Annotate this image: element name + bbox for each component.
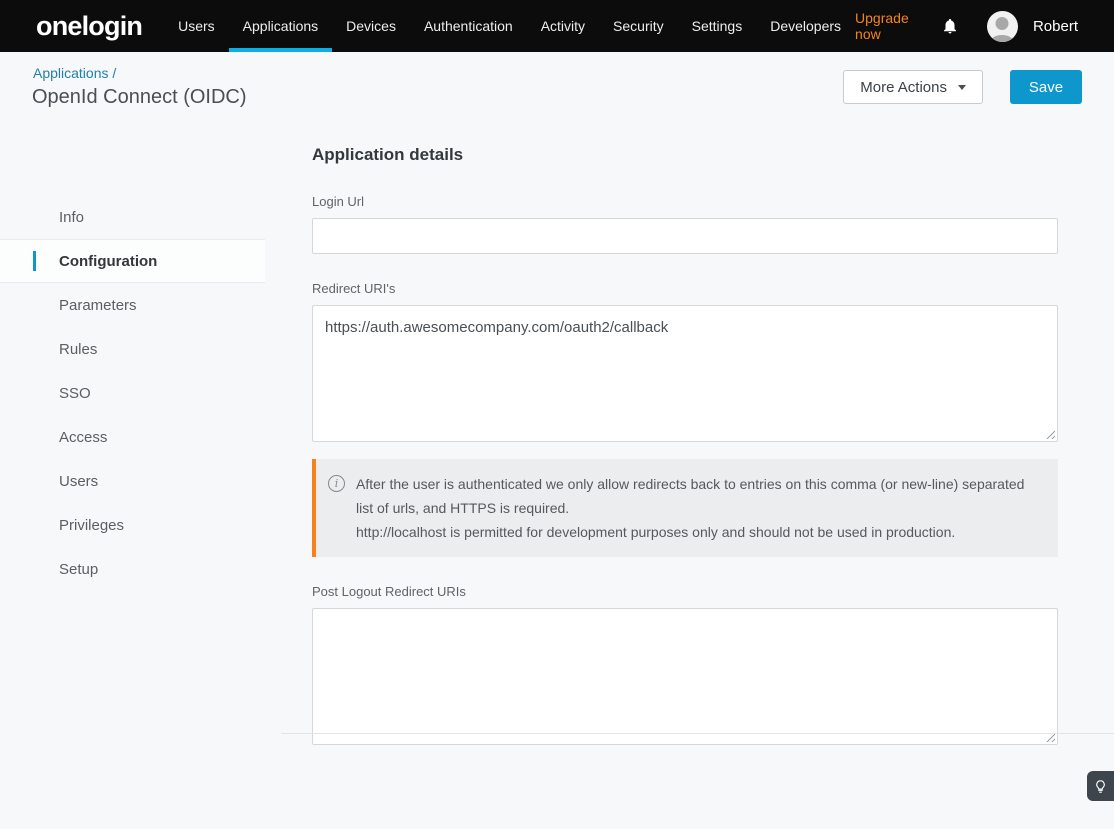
redirect-uris-textarea[interactable]: https://auth.awesomecompany.com/oauth2/c… — [312, 305, 1058, 442]
sidebar-item-setup[interactable]: Setup — [0, 547, 265, 591]
upgrade-now-link[interactable]: Upgrade now — [855, 10, 915, 42]
user-name[interactable]: Robert — [1033, 18, 1078, 35]
login-url-input[interactable] — [312, 218, 1058, 254]
nav-right-section: Upgrade now Robert — [855, 0, 1114, 52]
sidebar-item-access[interactable]: Access — [0, 415, 265, 459]
nav-item-security[interactable]: Security — [599, 0, 678, 52]
post-logout-field: Post Logout Redirect URIs — [312, 584, 1058, 745]
sidebar-item-rules[interactable]: Rules — [0, 327, 265, 371]
save-button[interactable]: Save — [1010, 70, 1082, 104]
nav-item-applications[interactable]: Applications — [229, 0, 333, 52]
login-url-field: Login Url — [312, 194, 1058, 254]
feedback-button[interactable] — [1087, 771, 1114, 801]
section-title: Application details — [312, 145, 1058, 165]
breadcrumb[interactable]: Applications / — [33, 65, 116, 81]
nav-item-developers[interactable]: Developers — [756, 0, 855, 52]
page-header: Applications / OpenId Connect (OIDC) Mor… — [0, 52, 1114, 144]
sidebar-item-sso[interactable]: SSO — [0, 371, 265, 415]
lightbulb-icon — [1093, 779, 1108, 794]
nav-item-activity[interactable]: Activity — [527, 0, 599, 52]
avatar-head-shape — [996, 17, 1009, 30]
nav-item-authentication[interactable]: Authentication — [410, 0, 527, 52]
top-nav: onelogin Users Applications Devices Auth… — [0, 0, 1114, 52]
sidebar-item-users[interactable]: Users — [0, 459, 265, 503]
nav-item-devices[interactable]: Devices — [332, 0, 410, 52]
post-logout-label: Post Logout Redirect URIs — [312, 584, 1058, 599]
redirect-uris-info-note: i After the user is authenticated we onl… — [312, 459, 1058, 557]
header-actions: More Actions Save — [843, 70, 1082, 104]
sidebar-item-parameters[interactable]: Parameters — [0, 283, 265, 327]
nav-item-users[interactable]: Users — [164, 0, 229, 52]
settings-sidebar: Info Configuration Parameters Rules SSO … — [0, 195, 265, 591]
nav-item-settings[interactable]: Settings — [678, 0, 757, 52]
login-url-label: Login Url — [312, 194, 1058, 209]
sidebar-item-configuration[interactable]: Configuration — [0, 239, 265, 283]
post-logout-textarea[interactable] — [312, 608, 1058, 745]
info-circle-icon: i — [328, 475, 345, 492]
sidebar-item-info[interactable]: Info — [0, 195, 265, 239]
note-text: After the user is authenticated we only … — [356, 472, 1042, 544]
note-line-2: http://localhost is permitted for develo… — [356, 520, 1042, 544]
configuration-panel: Application details Login Url Redirect U… — [312, 145, 1058, 745]
section-divider — [281, 733, 1114, 734]
redirect-uris-field: Redirect URI's https://auth.awesomecompa… — [312, 281, 1058, 442]
sidebar-item-privileges[interactable]: Privileges — [0, 503, 265, 547]
redirect-uris-label: Redirect URI's — [312, 281, 1058, 296]
note-line-1: After the user is authenticated we only … — [356, 472, 1042, 520]
more-actions-button[interactable]: More Actions — [843, 70, 983, 104]
primary-nav: Users Applications Devices Authenticatio… — [164, 0, 855, 52]
avatar-shoulders-shape — [991, 35, 1014, 42]
onelogin-logo[interactable]: onelogin — [36, 11, 142, 42]
caret-down-icon — [958, 85, 966, 90]
bell-icon[interactable] — [941, 17, 959, 35]
more-actions-label: More Actions — [860, 79, 947, 96]
user-avatar[interactable] — [987, 11, 1018, 42]
page-title: OpenId Connect (OIDC) — [32, 86, 247, 109]
